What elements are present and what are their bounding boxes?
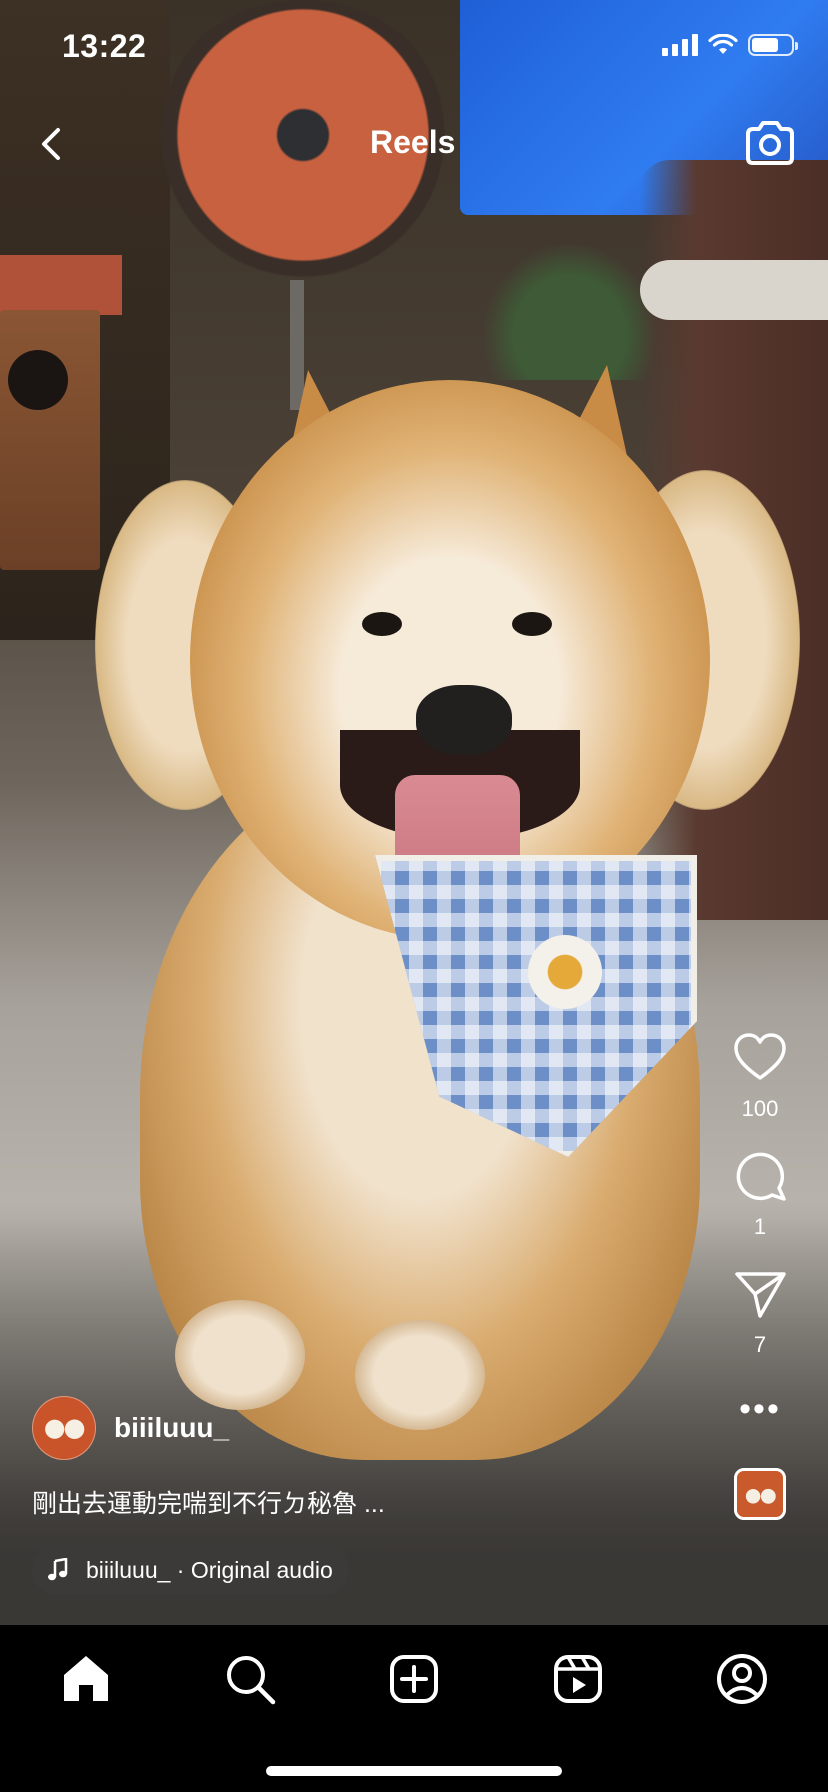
audio-thumbnail[interactable] (734, 1468, 786, 1520)
dog-nose (416, 685, 512, 755)
status-icons (662, 34, 798, 56)
dog-paw-right (355, 1320, 485, 1430)
music-note-icon (48, 1558, 68, 1581)
dog-eye-left (362, 612, 402, 636)
paper-plane-icon[interactable] (732, 1266, 788, 1322)
create-icon[interactable] (386, 1651, 442, 1707)
heart-icon[interactable] (732, 1030, 788, 1086)
cellular-signal-icon (662, 34, 698, 56)
audio-pill[interactable]: biiiluuu_ · Original audio (32, 1545, 349, 1595)
reels-icon[interactable] (550, 1651, 606, 1707)
speaker (0, 310, 100, 570)
home-indicator (266, 1766, 562, 1776)
page-title: Reels (370, 124, 456, 160)
dog-eye-right (512, 612, 552, 636)
shelf-box (0, 255, 122, 315)
share-count: 7 (753, 1332, 767, 1357)
battery-icon (748, 34, 798, 56)
chair-cushion (640, 260, 828, 320)
reels-header: Reels (0, 110, 828, 180)
author-row[interactable]: biiiluuu_ (32, 1396, 229, 1460)
profile-icon[interactable] (714, 1651, 770, 1707)
reels-screen: 13:22 Reels 100 1 7 ••• biiiluuu_ 剛出去運動完… (0, 0, 828, 1792)
wifi-icon (708, 34, 738, 54)
camera-icon[interactable] (742, 116, 798, 172)
dog-paw-left (175, 1300, 305, 1410)
username[interactable]: biiiluuu_ (114, 1412, 229, 1444)
reel-actions: 100 1 7 ••• (712, 1030, 808, 1520)
share-action[interactable]: 7 (732, 1266, 788, 1358)
status-time: 13:22 (62, 28, 147, 64)
like-count: 100 (741, 1096, 779, 1121)
more-options-icon[interactable]: ••• (739, 1392, 781, 1426)
speaker-hole (8, 350, 68, 410)
like-action[interactable]: 100 (732, 1030, 788, 1122)
bib-flower (528, 935, 602, 1009)
caption[interactable]: 剛出去運動完喘到不行ㄉ秘魯 ... (32, 1484, 385, 1520)
battery-level (752, 38, 778, 52)
search-icon[interactable] (222, 1651, 278, 1707)
home-icon[interactable] (58, 1651, 114, 1707)
avatar[interactable] (32, 1396, 96, 1460)
back-chevron-icon[interactable] (30, 120, 78, 168)
comment-count: 1 (753, 1214, 767, 1239)
reel-video[interactable] (0, 0, 828, 1625)
comment-action[interactable]: 1 (732, 1148, 788, 1240)
audio-label: biiiluuu_ · Original audio (86, 1556, 333, 1583)
comment-bubble-icon[interactable] (732, 1148, 788, 1204)
